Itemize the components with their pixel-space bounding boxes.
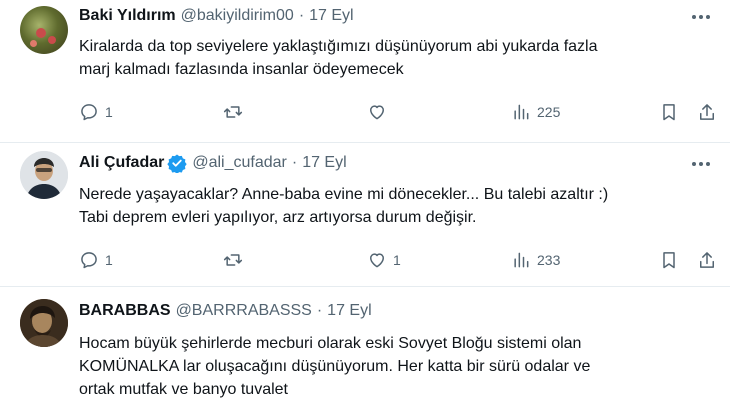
avatar[interactable] — [20, 151, 68, 199]
reply-icon — [81, 104, 97, 121]
author-name[interactable]: BARABBAS — [79, 301, 171, 321]
timestamp[interactable]: 17 Eyl — [302, 153, 346, 173]
more-icon[interactable] — [690, 154, 712, 174]
tweet[interactable]: BARABBAS @BARRRABASSS · 17 Eyl Hocam büy… — [0, 287, 730, 420]
tweet-text-line: KOMÜNALKA lar oluşacağını düşünüyorum. H… — [79, 358, 591, 375]
tweet-text: Kiralarda da top seviyelere yaklaştığımı… — [79, 35, 719, 81]
bookmark-button[interactable] — [659, 249, 679, 271]
action-bar: 1 225 — [79, 101, 719, 123]
views-icon — [514, 252, 529, 268]
bookmark-icon — [663, 252, 675, 269]
tweet-text-line: ortak mutfak ve banyo tuvalet — [79, 381, 288, 398]
tweet-text-line: Tabi deprem evleri yapılıyor, arz artıyo… — [79, 209, 477, 226]
more-icon[interactable] — [690, 7, 712, 27]
author-handle[interactable]: @ali_cufadar — [192, 153, 287, 173]
tweet-text: Nerede yaşayacaklar? Anne-baba evine mi … — [79, 183, 719, 229]
tweet-text-line: Hocam büyük şehirlerde mecburi olarak es… — [79, 335, 582, 352]
views-button[interactable]: 233 — [511, 249, 560, 271]
views-button[interactable]: 225 — [511, 101, 560, 123]
tweet-text-line: Nerede yaşayacaklar? Anne-baba evine mi … — [79, 186, 609, 203]
timestamp[interactable]: 17 Eyl — [327, 301, 371, 321]
share-button[interactable] — [697, 249, 717, 271]
like-icon — [370, 253, 384, 268]
author-name[interactable]: Ali Çufadar — [79, 153, 164, 173]
separator: · — [291, 154, 298, 171]
retweet-button[interactable] — [223, 101, 243, 123]
tweet-text-line: Kiralarda da top seviyelere yaklaştığımı… — [79, 38, 598, 55]
reply-thread: Baki Yıldırım @bakiyildirim00 · 17 Eyl K… — [0, 0, 730, 420]
retweet-icon — [223, 254, 243, 266]
tweet-text: Hocam büyük şehirlerde mecburi olarak es… — [79, 332, 719, 401]
author-handle[interactable]: @bakiyildirim00 — [181, 6, 294, 26]
retweet-button[interactable] — [223, 249, 243, 271]
verified-badge-icon — [167, 153, 188, 174]
tweet-text-line: marj kalmadı fazlasında insanlar ödeyeme… — [79, 61, 404, 78]
views-icon — [514, 104, 529, 120]
avatar[interactable] — [20, 6, 68, 54]
reply-icon — [81, 252, 97, 269]
tweet[interactable]: Ali Çufadar @ali_cufadar · 17 Eyl Nerede… — [0, 143, 730, 285]
bookmark-button[interactable] — [659, 101, 679, 123]
like-count: 1 — [393, 252, 401, 268]
tweet-header: Baki Yıldırım @bakiyildirim00 · 17 Eyl — [79, 6, 354, 26]
timestamp[interactable]: 17 Eyl — [309, 6, 353, 26]
share-icon — [700, 104, 714, 120]
share-icon — [700, 252, 714, 268]
share-button[interactable] — [697, 101, 717, 123]
separator: · — [298, 7, 305, 24]
action-bar: 1 1 233 — [79, 249, 719, 271]
views-count: 233 — [537, 252, 561, 268]
reply-button[interactable]: 1 — [79, 249, 113, 271]
reply-count: 1 — [105, 252, 113, 268]
like-button[interactable] — [367, 101, 387, 123]
separator: · — [316, 302, 323, 319]
like-icon — [370, 105, 384, 120]
author-name[interactable]: Baki Yıldırım — [79, 6, 176, 26]
author-handle[interactable]: @BARRRABASSS — [176, 301, 312, 321]
like-button[interactable]: 1 — [367, 249, 401, 271]
reply-count: 1 — [105, 104, 113, 120]
avatar[interactable] — [20, 299, 68, 347]
bookmark-icon — [663, 104, 675, 121]
tweet-header: Ali Çufadar @ali_cufadar · 17 Eyl — [79, 153, 347, 174]
views-count: 225 — [537, 104, 561, 120]
tweet[interactable]: Baki Yıldırım @bakiyildirim00 · 17 Eyl K… — [0, 0, 730, 142]
retweet-icon — [223, 106, 243, 118]
tweet-header: BARABBAS @BARRRABASSS · 17 Eyl — [79, 301, 372, 321]
reply-button[interactable]: 1 — [79, 101, 113, 123]
